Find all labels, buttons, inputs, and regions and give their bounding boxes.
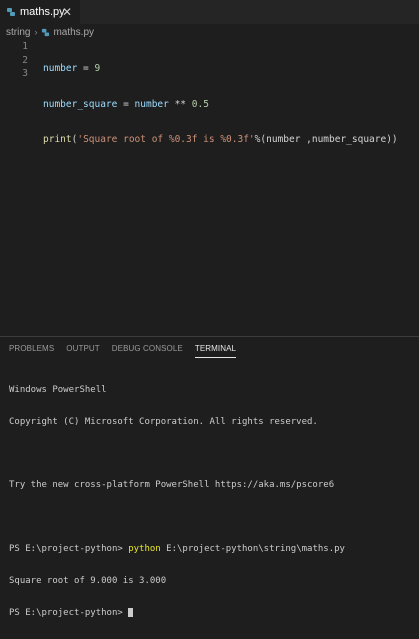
close-icon[interactable]: ✕ (62, 5, 72, 19)
token-variable: number_square (43, 98, 118, 110)
code-editor[interactable]: 1 2 3 number = 9 number_square = number … (0, 40, 419, 330)
bottom-panel: PROBLEMS OUTPUT DEBUG CONSOLE TERMINAL W… (0, 336, 419, 618)
terminal-line: Copyright (C) Microsoft Corporation. All… (9, 416, 318, 427)
code-line-2: number_square = number ** 0.5 (43, 98, 398, 112)
terminal-prompt: PS E:\project-python> (9, 543, 129, 554)
token-number: 0.5 (191, 98, 209, 110)
token-rest: %(number ,number_square)) (254, 134, 398, 145)
terminal-command: python (128, 543, 161, 554)
python-file-icon (41, 28, 50, 37)
breadcrumb-file[interactable]: maths.py (53, 27, 94, 38)
terminal-prompt: PS E:\project-python> (9, 607, 129, 618)
line-number: 3 (22, 68, 28, 79)
terminal-line: Square root of 9.000 is 3.000 (9, 575, 167, 586)
line-number-gutter: 1 2 3 (0, 40, 28, 81)
token-string: 'Square root of %0.3f is %0.3f' (77, 134, 255, 145)
terminal-line: Windows PowerShell (9, 385, 107, 395)
python-file-icon (6, 7, 16, 17)
panel-tab-bar: PROBLEMS OUTPUT DEBUG CONSOLE TERMINAL (0, 341, 239, 358)
tab-terminal[interactable]: TERMINAL (194, 341, 237, 358)
token-function: print (43, 134, 72, 145)
tab-label: maths.py (20, 6, 65, 18)
tab-output[interactable]: OUTPUT (66, 341, 100, 357)
terminal-prompt-line[interactable]: PS E:\project-python> (9, 607, 345, 620)
editor-tab-bar: maths.py ✕ (0, 0, 419, 24)
line-number: 2 (22, 54, 28, 66)
chevron-right-icon: › (34, 27, 38, 37)
token-variable: number (134, 98, 169, 110)
token-variable: number (43, 63, 78, 74)
tab-problems[interactable]: PROBLEMS (9, 341, 54, 357)
token-number: 9 (94, 63, 101, 74)
token-operator: ** (168, 98, 192, 110)
terminal-line: Try the new cross-platform PowerShell ht… (9, 480, 335, 491)
tab-maths-py[interactable]: maths.py ✕ (0, 0, 80, 24)
terminal-argument: E:\project-python\string\maths.py (160, 543, 345, 554)
tab-debug-console[interactable]: DEBUG CONSOLE (112, 341, 183, 357)
breadcrumb-folder[interactable]: string (6, 27, 30, 38)
code-line-1: number = 9 (43, 62, 398, 76)
terminal-output[interactable]: Windows PowerShell Copyright (C) Microso… (9, 365, 345, 639)
terminal-command-line: PS E:\project-python> python E:\project-… (9, 544, 345, 556)
token-operator: = (117, 98, 135, 110)
token-operator: = (77, 63, 95, 74)
code-content[interactable]: number = 9 number_square = number ** 0.5… (43, 40, 398, 169)
breadcrumb: string › maths.py (0, 24, 419, 40)
line-number: 1 (22, 41, 28, 52)
terminal-cursor (128, 607, 134, 617)
code-line-3: print('Square root of %0.3f is %0.3f'%(n… (43, 133, 398, 147)
